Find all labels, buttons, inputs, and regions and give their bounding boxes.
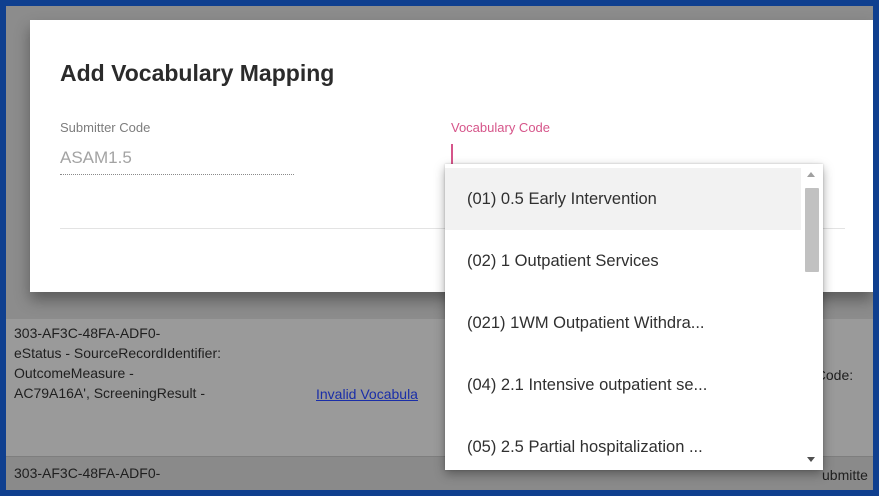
dropdown-option[interactable]: (02) 1 Outpatient Services [445, 230, 801, 292]
text-cursor [451, 144, 453, 166]
scroll-thumb[interactable] [805, 188, 819, 272]
invalid-vocabulary-link[interactable]: Invalid Vocabula [316, 384, 418, 404]
app-frame: 303-AF3C-48FA-ADF0- eStatus - SourceReco… [6, 6, 873, 490]
submitter-code-field: ASAM1.5 [60, 144, 294, 175]
record-line: 303-AF3C-48FA-ADF0- [14, 325, 161, 341]
error-message-cell: ubmitte [822, 465, 868, 485]
dropdown-option[interactable]: (04) 2.1 Intensive outpatient se... [445, 354, 801, 416]
record-line: AC79A16A', ScreeningResult - [14, 385, 205, 401]
dropdown-option[interactable]: (01) 0.5 Early Intervention [445, 168, 801, 230]
record-details-cell: 303-AF3C-48FA-ADF0- eStatus - SourceReco… [14, 323, 304, 403]
dialog-title: Add Vocabulary Mapping [60, 60, 335, 86]
submitter-code-label: Submitter Code [60, 120, 151, 135]
dropdown-scrollbar[interactable] [801, 164, 823, 470]
record-line: eStatus - SourceRecordIdentifier: [14, 345, 221, 361]
record-line: 303-AF3C-48FA-ADF0- [14, 465, 161, 481]
vocabulary-code-label: Vocabulary Code [451, 120, 551, 135]
dropdown-option[interactable]: (05) 2.5 Partial hospitalization ... [445, 416, 801, 470]
scroll-up-arrow-icon[interactable] [807, 172, 815, 177]
dropdown-option[interactable]: (021) 1WM Outpatient Withdra... [445, 292, 801, 354]
scroll-down-arrow-icon[interactable] [807, 457, 815, 462]
error-line: ubmitte [822, 467, 868, 483]
record-line: OutcomeMeasure - [14, 365, 134, 381]
vocabulary-code-dropdown: (01) 0.5 Early Intervention (02) 1 Outpa… [445, 164, 823, 470]
record-details-cell: 303-AF3C-48FA-ADF0- [14, 463, 304, 483]
